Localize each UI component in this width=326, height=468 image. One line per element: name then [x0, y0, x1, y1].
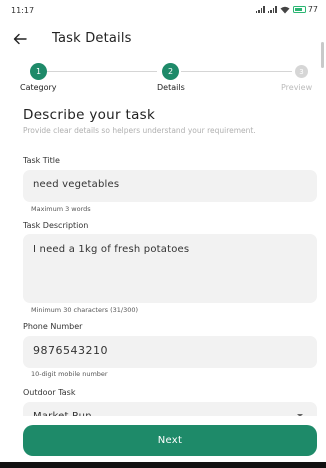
back-arrow-icon[interactable] [9, 28, 31, 50]
battery-indicator: 77 [292, 5, 318, 14]
outdoor-task-label: Outdoor Task [23, 388, 76, 397]
app-header: Task Details [0, 24, 326, 54]
status-time: 11:17 [11, 6, 35, 15]
status-icons: 77 [255, 5, 318, 14]
step-connector [46, 71, 157, 72]
step-1-circle: 1 [30, 63, 47, 80]
step-3-circle: 3 [295, 65, 308, 78]
next-button[interactable]: Next [23, 425, 317, 456]
wifi-icon [280, 6, 290, 13]
step-3-label: Preview [281, 83, 313, 92]
section-title: Describe your task [23, 107, 156, 123]
battery-level: 77 [307, 5, 318, 14]
signal-icon [255, 6, 265, 13]
task-description-value: I need a 1kg of fresh potatoes [33, 244, 190, 255]
bottom-action-bar: Next [0, 416, 326, 468]
progress-stepper: 1 Category 2 Details 3 Preview [0, 60, 326, 94]
status-bar: 11:17 77 [0, 0, 326, 22]
task-title-input[interactable]: need vegetables [23, 170, 317, 202]
step-1-label: Category [20, 83, 57, 92]
system-nav-bar [0, 462, 326, 468]
task-description-helper: Minimum 30 characters (31/300) [31, 306, 139, 314]
step-2-label: Details [157, 83, 185, 92]
phone-number-label: Phone Number [23, 322, 83, 331]
task-title-label: Task Title [23, 156, 60, 165]
signal-icon-2 [267, 6, 277, 13]
section-description: Provide clear details so helpers underst… [23, 126, 256, 135]
phone-number-value: 9876543210 [33, 344, 108, 357]
task-title-value: need vegetables [33, 179, 120, 190]
battery-icon [292, 6, 306, 13]
task-description-label: Task Description [23, 221, 89, 230]
phone-number-input[interactable]: 9876543210 [23, 336, 317, 368]
phone-number-helper: 10-digit mobile number [31, 370, 108, 378]
task-title-helper: Maximum 3 words [31, 205, 91, 213]
page-title: Task Details [52, 31, 132, 46]
step-connector [181, 71, 292, 72]
task-description-input[interactable]: I need a 1kg of fresh potatoes [23, 234, 317, 303]
step-2-circle: 2 [162, 63, 179, 80]
